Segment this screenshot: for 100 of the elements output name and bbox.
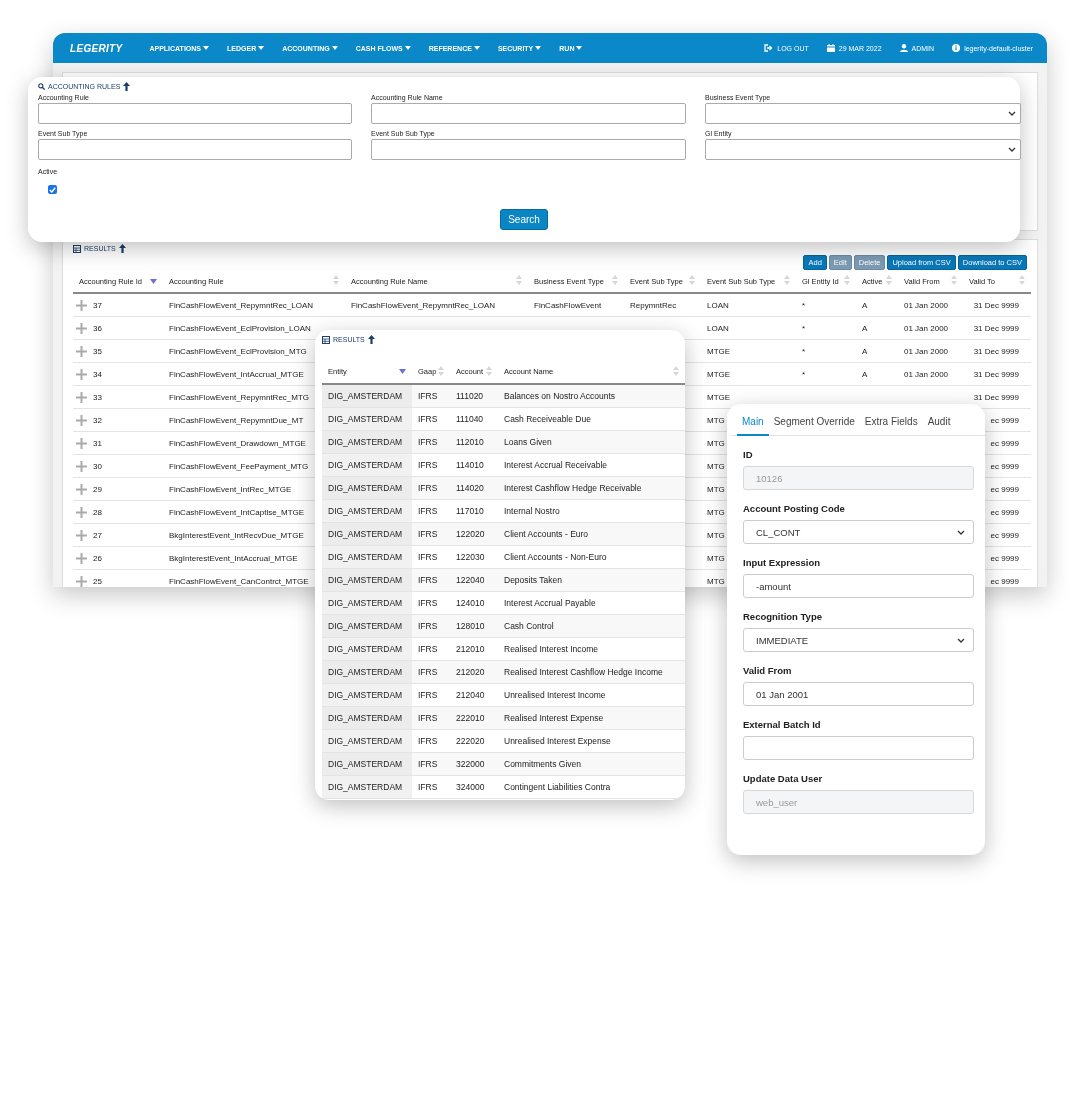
table-cell: 222020 [456, 736, 485, 746]
table-cell: 31 Dec 9999 [973, 300, 1019, 310]
table-cell: 34 [93, 369, 102, 379]
table-cell: Interest Cashflow Hedge Receivable [504, 483, 642, 493]
table-cell: * [802, 369, 806, 379]
table-cell: IFRS [418, 460, 438, 470]
table-cell: IFRS [418, 621, 438, 631]
search-icon [38, 83, 45, 90]
table-cell: Balances on Nostro Accounts [504, 391, 616, 401]
field-label: Account Posting Code [743, 503, 846, 514]
table-cell: 122040 [456, 575, 485, 585]
arrow-up-icon[interactable] [367, 335, 375, 344]
plus-icon[interactable] [76, 299, 87, 311]
table-cell: Client Accounts - Non-Euro [504, 552, 607, 562]
table-cell: Interest Accrual Receivable [504, 460, 607, 470]
table-cell: ec 9999 [990, 438, 1019, 448]
search-button[interactable]: Search [500, 209, 548, 230]
table-cell: 114020 [456, 483, 484, 493]
table-cell: Unrealised Interest Income [504, 690, 606, 700]
table-cell: FinCashFlowEvent_RepymntRec_MTG [169, 392, 310, 402]
select-field[interactable] [705, 103, 1021, 124]
tab[interactable]: Audit [922, 404, 956, 436]
table-cell: IFRS [418, 713, 438, 723]
table-cell: 28 [93, 507, 102, 517]
brand-logo[interactable]: LEGERITY [53, 42, 141, 54]
table-cell: DIG_AMSTERDAM [328, 391, 403, 401]
select-field[interactable] [705, 139, 1021, 160]
table-cell: ec 9999 [990, 530, 1019, 540]
sort-icon[interactable] [150, 278, 157, 284]
table-cell: FinCashFlowEvent_RepymntRec_LOAN [169, 300, 314, 310]
table-cell: ec 9999 [990, 461, 1019, 471]
tab[interactable]: Extra Fields [859, 404, 923, 436]
table-cell: MTG [707, 507, 725, 517]
table-cell: MTG [707, 530, 725, 540]
table-cell: FinCashFlowEvent_RepymntRec_LOAN [351, 300, 496, 310]
table-cell: IFRS [418, 437, 438, 447]
table-cell: DIG_AMSTERDAM [328, 483, 403, 493]
table-cell: 26 [93, 553, 102, 563]
logout-icon [764, 44, 774, 52]
table-cell: 322000 [456, 759, 485, 769]
input-field[interactable] [38, 103, 352, 124]
table-cell: DIG_AMSTERDAM [328, 437, 403, 447]
table-cell: 37 [93, 300, 102, 310]
table-cell: 111040 [456, 414, 484, 424]
select-field[interactable]: IMMEDIATE [743, 628, 974, 652]
plus-icon[interactable] [76, 506, 87, 518]
plus-icon[interactable] [76, 437, 87, 449]
input-field[interactable] [743, 736, 974, 760]
plus-icon[interactable] [76, 414, 87, 426]
table-cell: DIG_AMSTERDAM [328, 736, 403, 746]
table-cell: DIG_AMSTERDAM [328, 690, 403, 700]
caret-icon [331, 46, 338, 50]
table-cell: 31 [93, 438, 102, 448]
plus-icon[interactable] [76, 368, 87, 380]
table-cell: FinCashFlowEvent_IntAccrual_MTGE [169, 369, 304, 379]
table-cell: * [802, 346, 806, 356]
table-cell: IFRS [418, 552, 438, 562]
table-cell: 27 [93, 530, 102, 540]
plus-icon[interactable] [76, 391, 87, 403]
arrow-up-icon[interactable] [123, 82, 131, 91]
plus-icon[interactable] [76, 322, 87, 334]
field-label: ID [743, 449, 754, 460]
tab[interactable]: Main [737, 404, 769, 436]
input-field[interactable] [371, 103, 686, 124]
table-cell: DIG_AMSTERDAM [328, 460, 403, 470]
input-field[interactable] [371, 139, 686, 160]
table-cell: Cash Control [504, 621, 554, 631]
tab[interactable]: Segment Override [768, 404, 860, 436]
input-field[interactable]: 01 Jan 2001 [743, 682, 974, 706]
table-cell: IFRS [418, 506, 438, 516]
table-cell: 33 [93, 392, 102, 402]
input-field[interactable] [38, 139, 352, 160]
table-cell: FinCashFlowEvent_FeePayment_MTG [169, 461, 309, 471]
table-cell: 35 [93, 346, 102, 356]
table-cell: Unrealised Interest Expense [504, 736, 611, 746]
input-field[interactable]: -amount [743, 574, 974, 598]
table-cell: A [862, 323, 868, 333]
table-cell: DIG_AMSTERDAM [328, 575, 403, 585]
table-cell: FinCashFlowEvent_CanContrct_MTGE [169, 576, 309, 586]
info-icon [952, 44, 961, 52]
table-cell: 29 [93, 484, 102, 494]
chevron-icon [957, 637, 965, 643]
arrow-up-icon[interactable] [118, 244, 126, 253]
plus-icon[interactable] [76, 552, 87, 564]
table-cell: 36 [93, 323, 102, 333]
table-cell: 31 Dec 9999 [973, 392, 1019, 402]
plus-icon[interactable] [76, 460, 87, 472]
table-cell: ec 9999 [990, 576, 1019, 586]
caret-icon [404, 46, 411, 50]
select-field[interactable]: CL_CONT [743, 520, 974, 544]
table-cell: ec 9999 [990, 553, 1019, 563]
plus-icon[interactable] [76, 345, 87, 357]
sort-icon[interactable] [399, 369, 406, 374]
table-cell: ec 9999 [990, 484, 1019, 494]
caret-icon [203, 46, 209, 50]
plus-icon[interactable] [76, 575, 87, 587]
table-cell: LOAN [707, 300, 729, 310]
plus-icon[interactable] [76, 529, 87, 541]
checkbox[interactable] [48, 185, 57, 194]
plus-icon[interactable] [76, 483, 87, 495]
